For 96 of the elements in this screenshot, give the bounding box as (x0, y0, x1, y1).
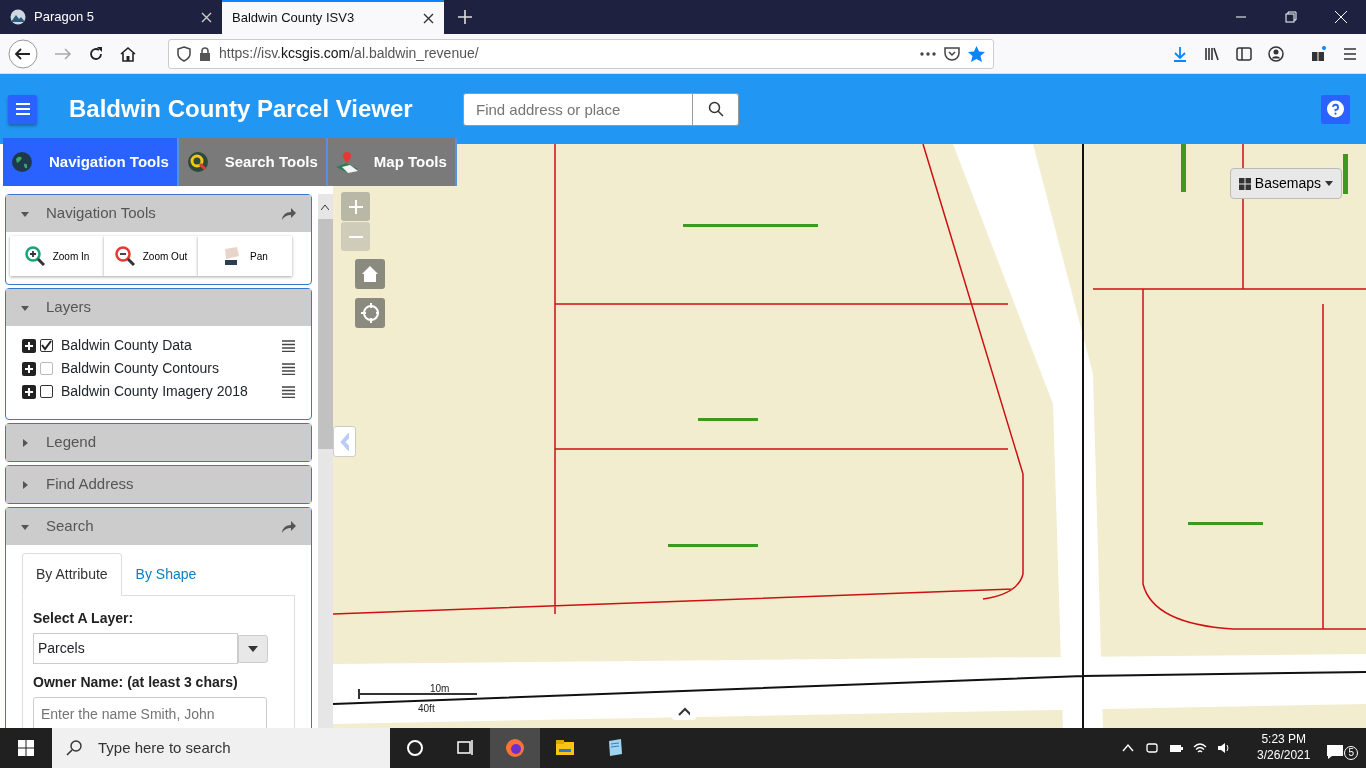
chevron-up-icon (678, 706, 690, 716)
search-button[interactable] (693, 92, 739, 126)
layer-name: Baldwin County Contours (61, 359, 220, 378)
mountain-icon (10, 9, 26, 25)
plus-icon (348, 199, 363, 214)
url-text: https://isv.kcsgis.com/al.baldwin_revenue/ (219, 44, 480, 63)
tool-tab[interactable]: Map Tools (327, 138, 457, 186)
share-arrow-icon[interactable] (281, 206, 297, 221)
layer-name: Baldwin County Imagery 2018 (61, 382, 249, 401)
taskbar-search[interactable]: Type here to search (52, 728, 390, 768)
reload-icon[interactable] (88, 45, 104, 62)
search-icon (707, 101, 724, 117)
caret-right-icon (20, 479, 30, 490)
tool-button[interactable]: Zoom In (10, 236, 104, 276)
caret-down-icon (248, 645, 258, 652)
crosshair-icon (361, 303, 379, 323)
checkbox[interactable] (40, 385, 53, 398)
panel-header[interactable]: Legend (6, 424, 311, 461)
app-title: Baldwin County Parcel Viewer (69, 94, 414, 124)
restore-icon[interactable] (1284, 10, 1298, 24)
sidebar-icon[interactable] (1236, 45, 1252, 62)
taskbar-clock[interactable]: 5:23 PM 3/26/2021 (1257, 732, 1311, 764)
windows-icon[interactable] (18, 740, 34, 756)
magnifier-icon (186, 151, 209, 173)
zoom-in-icon (24, 246, 45, 266)
download-icon[interactable] (1172, 45, 1188, 62)
library-icon[interactable] (1204, 45, 1220, 62)
task-view-icon[interactable] (455, 738, 475, 758)
wifi-icon[interactable] (1193, 741, 1208, 755)
expand-icon[interactable] (22, 384, 36, 399)
menu-icon[interactable] (282, 385, 295, 398)
message-icon[interactable] (1326, 744, 1345, 760)
lock-icon (199, 46, 211, 61)
caret-up-icon (321, 204, 329, 210)
checkbox[interactable] (40, 362, 53, 375)
search-tab[interactable]: By Attribute (22, 553, 122, 596)
close-icon[interactable] (423, 12, 434, 24)
tool-tab[interactable]: Search Tools (178, 138, 328, 186)
browser-tab[interactable]: Baldwin County ISV3 (222, 0, 444, 34)
new-tab-icon[interactable] (458, 10, 472, 24)
home-icon (361, 265, 379, 283)
panel-header[interactable]: Navigation Tools (6, 195, 311, 232)
checkbox[interactable] (40, 339, 53, 352)
home-button[interactable] (355, 259, 385, 289)
menu-button[interactable] (8, 94, 37, 124)
tool-button[interactable]: Pan (198, 236, 292, 276)
more-icon[interactable] (920, 51, 936, 56)
menu-icon[interactable] (282, 339, 295, 352)
menu-icon[interactable] (282, 362, 295, 375)
share-arrow-icon[interactable] (281, 519, 297, 534)
account-icon[interactable] (1268, 45, 1284, 62)
cortana-icon[interactable] (405, 738, 425, 758)
grid-icon (1238, 177, 1251, 190)
panel-header[interactable]: Find Address (6, 466, 311, 503)
panel-header[interactable]: Search (6, 508, 311, 545)
home-icon[interactable] (120, 45, 136, 62)
locate-button[interactable] (355, 298, 385, 328)
zoom-out-icon (114, 246, 135, 266)
search-field[interactable]: Find address or place (463, 92, 693, 126)
minus-icon (348, 235, 363, 238)
browser-tab[interactable]: Paragon 5 (0, 0, 222, 34)
basemaps-button[interactable]: Basemaps (1229, 168, 1342, 199)
search-tab[interactable]: By Shape (121, 553, 211, 596)
map-pin-icon (335, 151, 358, 173)
expand-icon[interactable] (22, 338, 36, 353)
pocket-icon[interactable] (944, 46, 960, 61)
shield-icon (177, 45, 191, 62)
camera-icon[interactable] (1145, 741, 1160, 755)
panel-header[interactable]: Layers (6, 289, 311, 326)
scale-label: 40ft (418, 702, 435, 716)
expand-icon[interactable] (22, 361, 36, 376)
firefox-icon[interactable] (505, 738, 525, 758)
help-icon (1327, 99, 1344, 119)
gift-icon[interactable] (1310, 45, 1326, 62)
star-icon[interactable] (968, 45, 985, 62)
layer-name: Baldwin County Data (61, 336, 193, 355)
chevron-left-icon (340, 431, 349, 452)
caret-down-icon (1325, 181, 1333, 186)
search-icon (66, 740, 82, 756)
scrollbar[interactable] (318, 194, 333, 728)
volume-icon[interactable] (1217, 741, 1232, 755)
field-label: Select A Layer: (33, 609, 135, 628)
globe-icon (11, 151, 33, 173)
help-button[interactable] (1321, 94, 1350, 124)
owner-name-field[interactable]: Enter the name Smith, John (33, 697, 267, 728)
tool-tab[interactable]: Navigation Tools (3, 138, 179, 186)
address-bar[interactable]: https://isv.kcsgis.com/al.baldwin_revenue/ (168, 38, 994, 69)
back-icon[interactable] (8, 38, 38, 69)
folder-icon[interactable] (555, 738, 575, 758)
caret-right-icon (20, 437, 30, 448)
notification-count: 5 (1344, 746, 1358, 760)
scale-label: 10m (430, 682, 450, 696)
field-label: Owner Name: (at least 3 chars) (33, 673, 239, 692)
menu-icon[interactable] (1342, 45, 1358, 62)
tool-button[interactable]: Zoom Out (104, 236, 198, 276)
menu-icon (14, 102, 31, 116)
